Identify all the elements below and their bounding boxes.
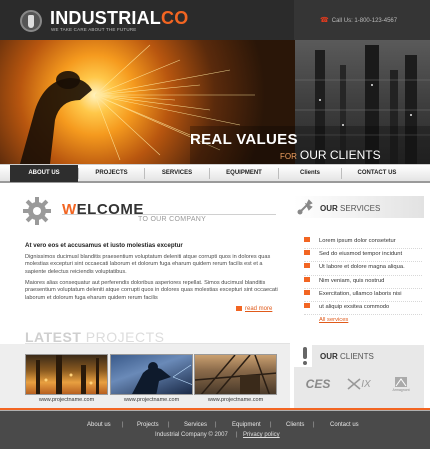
read-more-label: read more xyxy=(245,306,273,313)
services-header: OUR SERVICES xyxy=(294,196,424,218)
footer-link-contact-us[interactable]: Contact us xyxy=(330,422,359,428)
bullet-icon xyxy=(304,263,310,269)
service-item-label: Exercitation, ullamco laboris nisi xyxy=(319,290,402,297)
client-logo-ix[interactable]: IX xyxy=(340,376,378,392)
all-services-link[interactable]: All services xyxy=(304,315,422,328)
footer-separator: | xyxy=(313,422,315,428)
nav-clients[interactable]: Clients xyxy=(279,165,341,182)
welcome-title: WELCOME xyxy=(62,201,144,218)
welcome-title-first: W xyxy=(62,201,77,218)
logo-part1: INDUSTRIAL xyxy=(50,8,161,28)
footer-link-about-us[interactable]: About us xyxy=(87,422,111,428)
logo-part2: CO xyxy=(161,8,189,28)
project-thumbnail-3[interactable] xyxy=(194,354,277,395)
service-item[interactable]: Ut labore et dolore magna aliqua. xyxy=(304,262,422,276)
welcome-subtitle: TO OUR COMPANY xyxy=(138,216,207,223)
footer-separator: | xyxy=(122,422,124,428)
copyright-text: Industrial Company © 2007 xyxy=(155,432,228,438)
header: INDUSTRIALCO WE TAKE CARE ABOUT THE FUTU… xyxy=(0,0,430,40)
footer xyxy=(0,411,430,449)
services-panel: OUR SERVICES Lorem ipsum dolor consetetu… xyxy=(294,196,424,328)
phone-icon: ☎ xyxy=(320,17,329,24)
nav-contact-us[interactable]: CONTACT US xyxy=(342,165,412,182)
intro-paragraph-1: Dignissimos ducimusl blanditis praesenti… xyxy=(25,254,271,275)
clients-title: OUR CLIENTS xyxy=(320,352,374,361)
project-caption-1[interactable]: www.projectname.com xyxy=(25,397,108,403)
project-caption-2[interactable]: www.projectname.com xyxy=(110,397,193,403)
x-shape-icon xyxy=(347,378,361,390)
clients-title-bold: OUR xyxy=(320,352,338,361)
banner-subline: FOR OUR CLIENTS xyxy=(280,148,381,162)
footer-separator: | xyxy=(168,422,170,428)
project-caption-3[interactable]: www.projectname.com xyxy=(194,397,277,403)
wrench-icon xyxy=(297,199,313,215)
arrow-icon xyxy=(236,306,242,311)
phone-text: Call Us: 1-800-123-4567 xyxy=(331,18,398,24)
banner-headline-rest: VALUES xyxy=(236,131,298,148)
service-item[interactable]: Lorem ipsum dolor consetetur xyxy=(304,236,422,250)
banner-subline-big: OUR CLIENTS xyxy=(299,148,381,162)
project-image-3 xyxy=(195,355,276,394)
footer-link-equipment[interactable]: Equipment xyxy=(232,422,261,428)
exclamation-icon xyxy=(303,347,307,365)
services-title-rest: SERVICES xyxy=(340,204,381,213)
hero-banner: REAL VALUES FOR OUR CLIENTS xyxy=(0,40,430,164)
main-nav: ABOUT US PROJECTS SERVICES EQUIPMENT Cli… xyxy=(0,164,430,183)
service-item-label: Sed do eiusmod tempor incidunt xyxy=(319,251,403,258)
privacy-policy-link[interactable]: Privacy policy xyxy=(243,432,280,438)
footer-nav: About us | Projects | Services | Equipme… xyxy=(0,422,430,430)
project-thumbnail-1[interactable] xyxy=(25,354,108,395)
gear-icon xyxy=(23,197,51,225)
service-item-label: Lorem ipsum dolor consetetur xyxy=(319,238,396,244)
client-logo-arm-name: Armagnont xyxy=(392,387,410,392)
service-item-label: Nim veniam, quis nostrud xyxy=(319,277,385,284)
service-item[interactable]: Nim veniam, quis nostrud xyxy=(304,276,422,289)
project-thumbnail-2[interactable] xyxy=(110,354,193,395)
footer-separator: | xyxy=(236,432,238,438)
welcome-divider xyxy=(62,214,276,215)
intro-heading: At vero eos et accusamus et iusto molest… xyxy=(25,242,183,249)
footer-separator: | xyxy=(215,422,217,428)
service-item[interactable]: Exercitation, ullamco laboris nisi xyxy=(304,289,422,302)
tagline: WE TAKE CARE ABOUT THE FUTURE xyxy=(51,27,137,32)
bullet-icon xyxy=(304,276,310,282)
nav-services[interactable]: SERVICES xyxy=(145,165,209,182)
project-image-1 xyxy=(36,355,99,394)
service-item[interactable]: ut aliquip exsitea commodo xyxy=(304,302,422,316)
service-item[interactable]: Sed do eiusmod tempor incidunt xyxy=(304,249,422,263)
project-image-2 xyxy=(132,362,192,394)
armagnont-icon xyxy=(395,376,407,387)
services-title: OUR SERVICES xyxy=(320,204,380,213)
bullet-icon xyxy=(304,302,310,308)
client-logo-ix-text: IX xyxy=(361,378,371,390)
services-title-bold: OUR xyxy=(320,204,338,213)
banner-headline-bold: REAL xyxy=(190,131,232,148)
phone-info: ☎ Call Us: 1-800-123-4567 xyxy=(320,16,397,24)
nav-about-us[interactable]: ABOUT US xyxy=(10,165,78,182)
banner-subline-small: FOR xyxy=(280,152,297,161)
bullet-icon xyxy=(304,237,310,242)
footer-link-services[interactable]: Services xyxy=(184,422,207,428)
footer-separator: | xyxy=(270,422,272,428)
page: INDUSTRIALCO WE TAKE CARE ABOUT THE FUTU… xyxy=(0,0,430,449)
footer-link-projects[interactable]: Projects xyxy=(137,422,159,428)
client-logo-ces[interactable]: CES xyxy=(300,376,336,392)
intro-paragraph-2: Maiores alias consequatur aut perferendi… xyxy=(25,280,278,301)
bullet-icon xyxy=(304,289,310,295)
welcome-title-rest: ELCOME xyxy=(76,201,144,218)
nav-projects[interactable]: PROJECTS xyxy=(79,165,144,182)
logo-icon[interactable] xyxy=(20,10,42,32)
bullet-icon xyxy=(304,250,310,256)
service-item-label: Ut labore et dolore magna aliqua. xyxy=(319,264,405,271)
service-item-label: ut aliquip exsitea commodo xyxy=(319,303,390,310)
footer-link-clients[interactable]: Clients xyxy=(286,422,304,428)
client-logo-armagnont[interactable]: Armagnont xyxy=(384,376,418,392)
nav-equipment[interactable]: EQUIPMENT xyxy=(210,165,278,182)
clients-title-rest: CLIENTS xyxy=(340,352,374,361)
banner-headline: REAL VALUES xyxy=(190,131,298,148)
services-list: Lorem ipsum dolor consetetur Sed do eius… xyxy=(304,236,422,328)
read-more-link[interactable]: read more xyxy=(236,306,272,312)
logo-wordmark[interactable]: INDUSTRIALCO xyxy=(50,8,188,29)
